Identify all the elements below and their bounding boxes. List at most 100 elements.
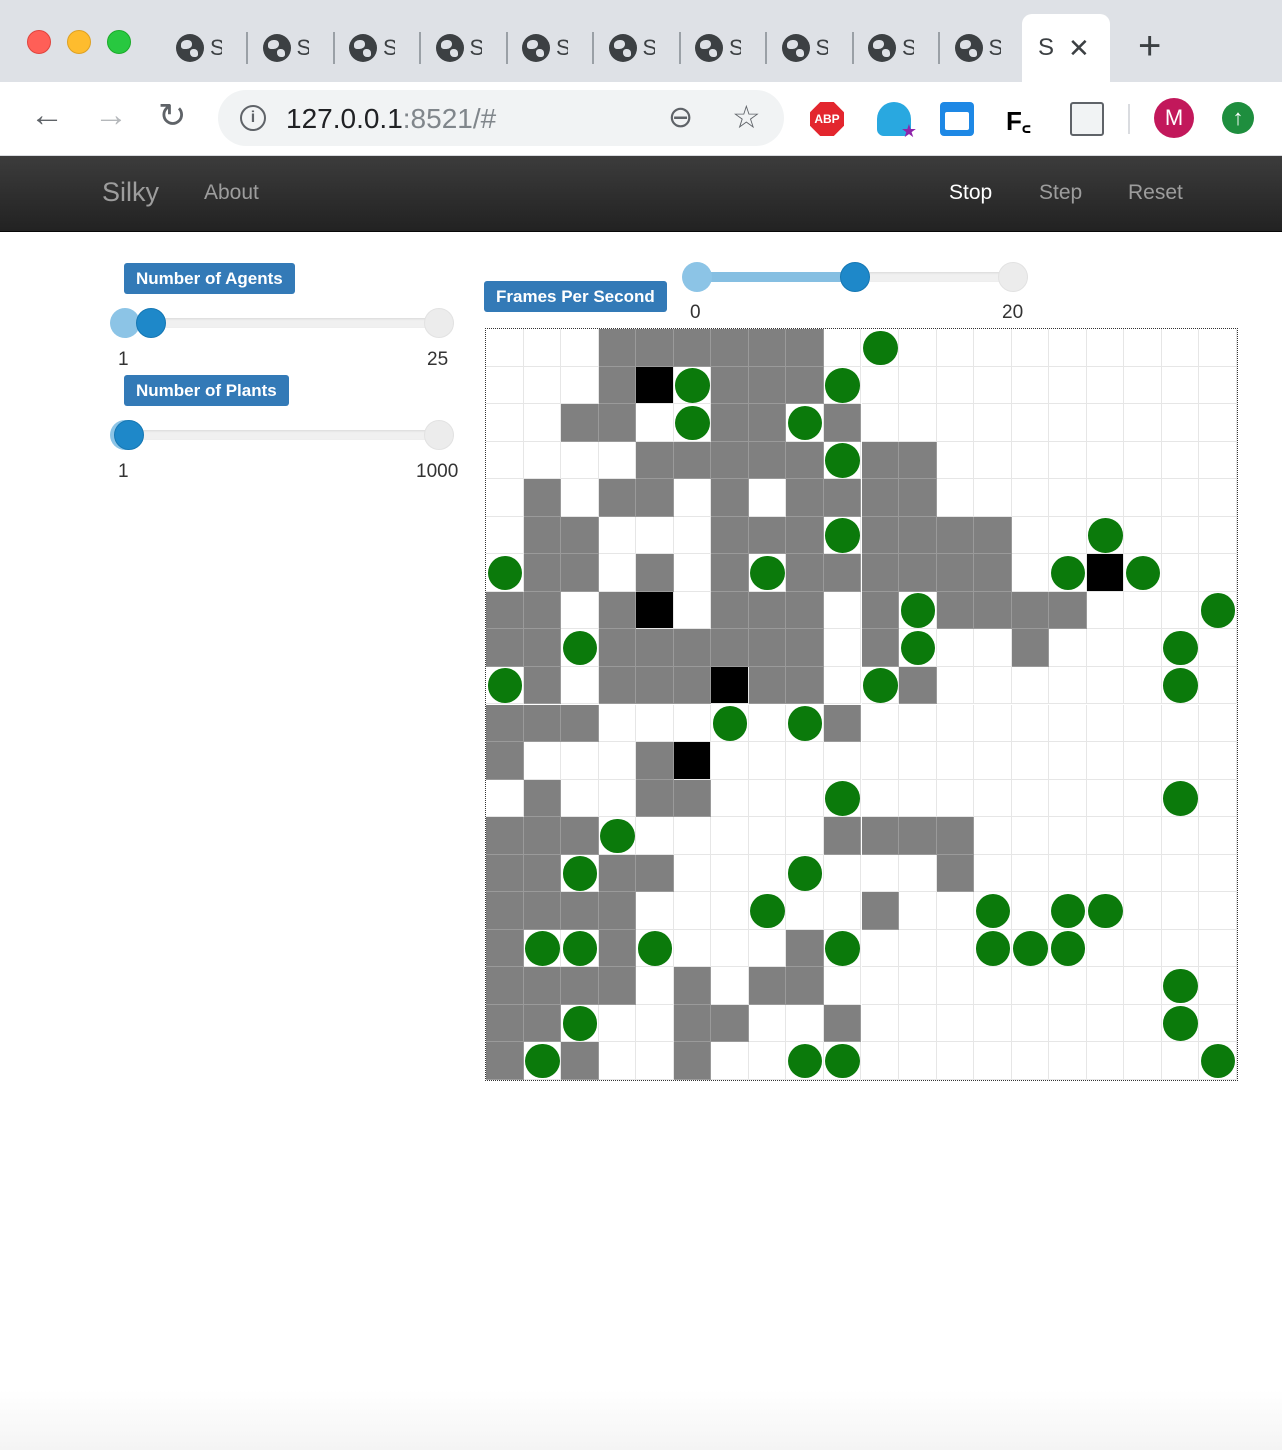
grid-cell-grass — [523, 817, 562, 855]
grid-cell-empty — [974, 329, 1012, 367]
window-extension-icon[interactable] — [940, 102, 974, 136]
browser-tab[interactable]: S — [695, 26, 741, 70]
grid-cell-grass — [598, 591, 637, 630]
browser-tab[interactable]: S — [954, 26, 1001, 70]
grid-cell-grass — [636, 779, 674, 818]
grid-cell-empty — [823, 742, 862, 780]
grid-cell-grass — [748, 441, 787, 480]
grid-cell-grass — [786, 441, 824, 480]
back-arrow-icon[interactable]: ← — [30, 96, 64, 135]
grid-cell-grass — [636, 629, 674, 667]
grid-cell-grass — [861, 441, 900, 480]
slider-value-handle[interactable] — [840, 262, 870, 292]
nav-stop[interactable]: Stop — [949, 181, 992, 205]
grid-cell-empty — [748, 479, 787, 517]
toolbar-separator — [1128, 104, 1130, 134]
nav-step[interactable]: Step — [1039, 181, 1082, 205]
plant-marker — [1163, 1006, 1198, 1041]
grid-cell-grass — [786, 666, 824, 705]
grid-cell-grass — [974, 516, 1012, 555]
grid-cell-grass — [936, 554, 975, 592]
slider-max-handle[interactable] — [424, 308, 454, 338]
grid-cell-empty — [636, 967, 674, 1005]
document-extension-icon[interactable] — [1070, 102, 1104, 136]
grid-cell-empty — [673, 516, 712, 555]
grid-cell-empty — [1086, 1004, 1125, 1043]
browser-tab[interactable]: S — [435, 26, 482, 70]
browser-tab[interactable]: S — [176, 26, 222, 70]
browser-tab-active[interactable]: S ✕ — [1022, 14, 1110, 82]
address-bar[interactable]: i 127.0.0.1:8521/# ⊖ ☆ — [218, 90, 784, 146]
browser-tab[interactable]: S — [868, 26, 914, 70]
grid-cell-empty — [598, 742, 637, 780]
plant-marker — [525, 1043, 560, 1079]
grid-cell-empty — [1124, 329, 1162, 367]
slider-value-handle[interactable] — [136, 308, 167, 338]
tab-close-icon[interactable]: ✕ — [1068, 33, 1090, 64]
grid-cell-empty — [1124, 1042, 1162, 1080]
nav-reset[interactable]: Reset — [1128, 181, 1183, 205]
url-text[interactable]: 127.0.0.1:8521/# — [286, 103, 496, 135]
grid-cell-empty — [1011, 404, 1050, 442]
update-icon[interactable]: ↑ — [1222, 102, 1254, 134]
window-maximize-button[interactable] — [107, 30, 131, 54]
grid-cell-grass — [936, 591, 975, 630]
profile-avatar[interactable]: M — [1154, 98, 1194, 138]
browser-tab[interactable]: S — [522, 26, 568, 70]
grid-cell-grass — [598, 479, 637, 517]
grid-cell-empty — [673, 892, 712, 930]
zoom-icon[interactable]: ⊖ — [668, 100, 693, 135]
simulation-canvas[interactable] — [485, 328, 1238, 1081]
bookmark-star-icon[interactable]: ☆ — [732, 98, 761, 136]
grid-cell-empty — [1049, 479, 1087, 517]
grid-cell-empty — [861, 366, 900, 405]
slider-max-handle[interactable] — [998, 262, 1028, 292]
grid-cell-empty — [1161, 479, 1200, 517]
slider-max-handle[interactable] — [424, 420, 454, 450]
app-navbar: Silky About Stop Step Reset — [0, 156, 1282, 232]
grid-cell-grass — [523, 591, 562, 630]
grid-cell-grass — [786, 479, 824, 517]
fps-slider[interactable] — [682, 262, 1028, 294]
plants-slider[interactable] — [110, 420, 454, 452]
agents-slider[interactable] — [110, 308, 454, 340]
window-close-button[interactable] — [27, 30, 51, 54]
browser-tab[interactable]: S — [349, 26, 395, 70]
tab-separator — [246, 32, 248, 64]
nav-about[interactable]: About — [204, 181, 259, 205]
grid-cell-empty — [1049, 516, 1087, 555]
site-info-icon[interactable]: i — [240, 105, 266, 131]
grid-cell-grass — [748, 329, 787, 367]
grid-cell-empty — [748, 854, 787, 893]
grid-cell-empty — [786, 742, 824, 780]
plant-marker — [487, 668, 523, 703]
brand-link[interactable]: Silky — [102, 177, 159, 208]
slider-value-handle[interactable] — [114, 420, 145, 450]
reload-icon[interactable]: ↻ — [158, 96, 187, 136]
new-tab-button[interactable]: + — [1138, 24, 1161, 69]
grid-cell-grass — [1011, 591, 1050, 630]
forward-arrow-icon[interactable]: → — [94, 96, 128, 135]
grid-cell-empty — [636, 817, 674, 855]
browser-tab[interactable]: S — [262, 26, 309, 70]
grid-cell-empty — [936, 967, 975, 1005]
grid-cell-empty — [1011, 742, 1050, 780]
plant-marker — [825, 518, 860, 553]
ghostery-extension-icon[interactable] — [877, 102, 917, 142]
grid-cell-empty — [899, 892, 937, 930]
grid-cell-empty — [1161, 516, 1200, 555]
adblock-extension-icon[interactable]: ABP — [810, 102, 844, 136]
fc-extension-icon[interactable]: F꜀ — [1006, 102, 1040, 136]
slider-track[interactable] — [110, 430, 454, 440]
grid-cell-empty — [1199, 666, 1237, 705]
slider-min-handle[interactable] — [682, 262, 712, 292]
browser-tab[interactable]: S — [781, 26, 828, 70]
grid-cell-empty — [936, 704, 975, 743]
browser-tab[interactable]: S — [608, 26, 655, 70]
grid-cell-empty — [1161, 329, 1200, 367]
window-minimize-button[interactable] — [67, 30, 91, 54]
grid-cell-empty — [1049, 854, 1087, 893]
grid-cell-grass — [786, 366, 824, 405]
plant-marker — [787, 856, 823, 891]
plant-marker — [525, 931, 560, 966]
